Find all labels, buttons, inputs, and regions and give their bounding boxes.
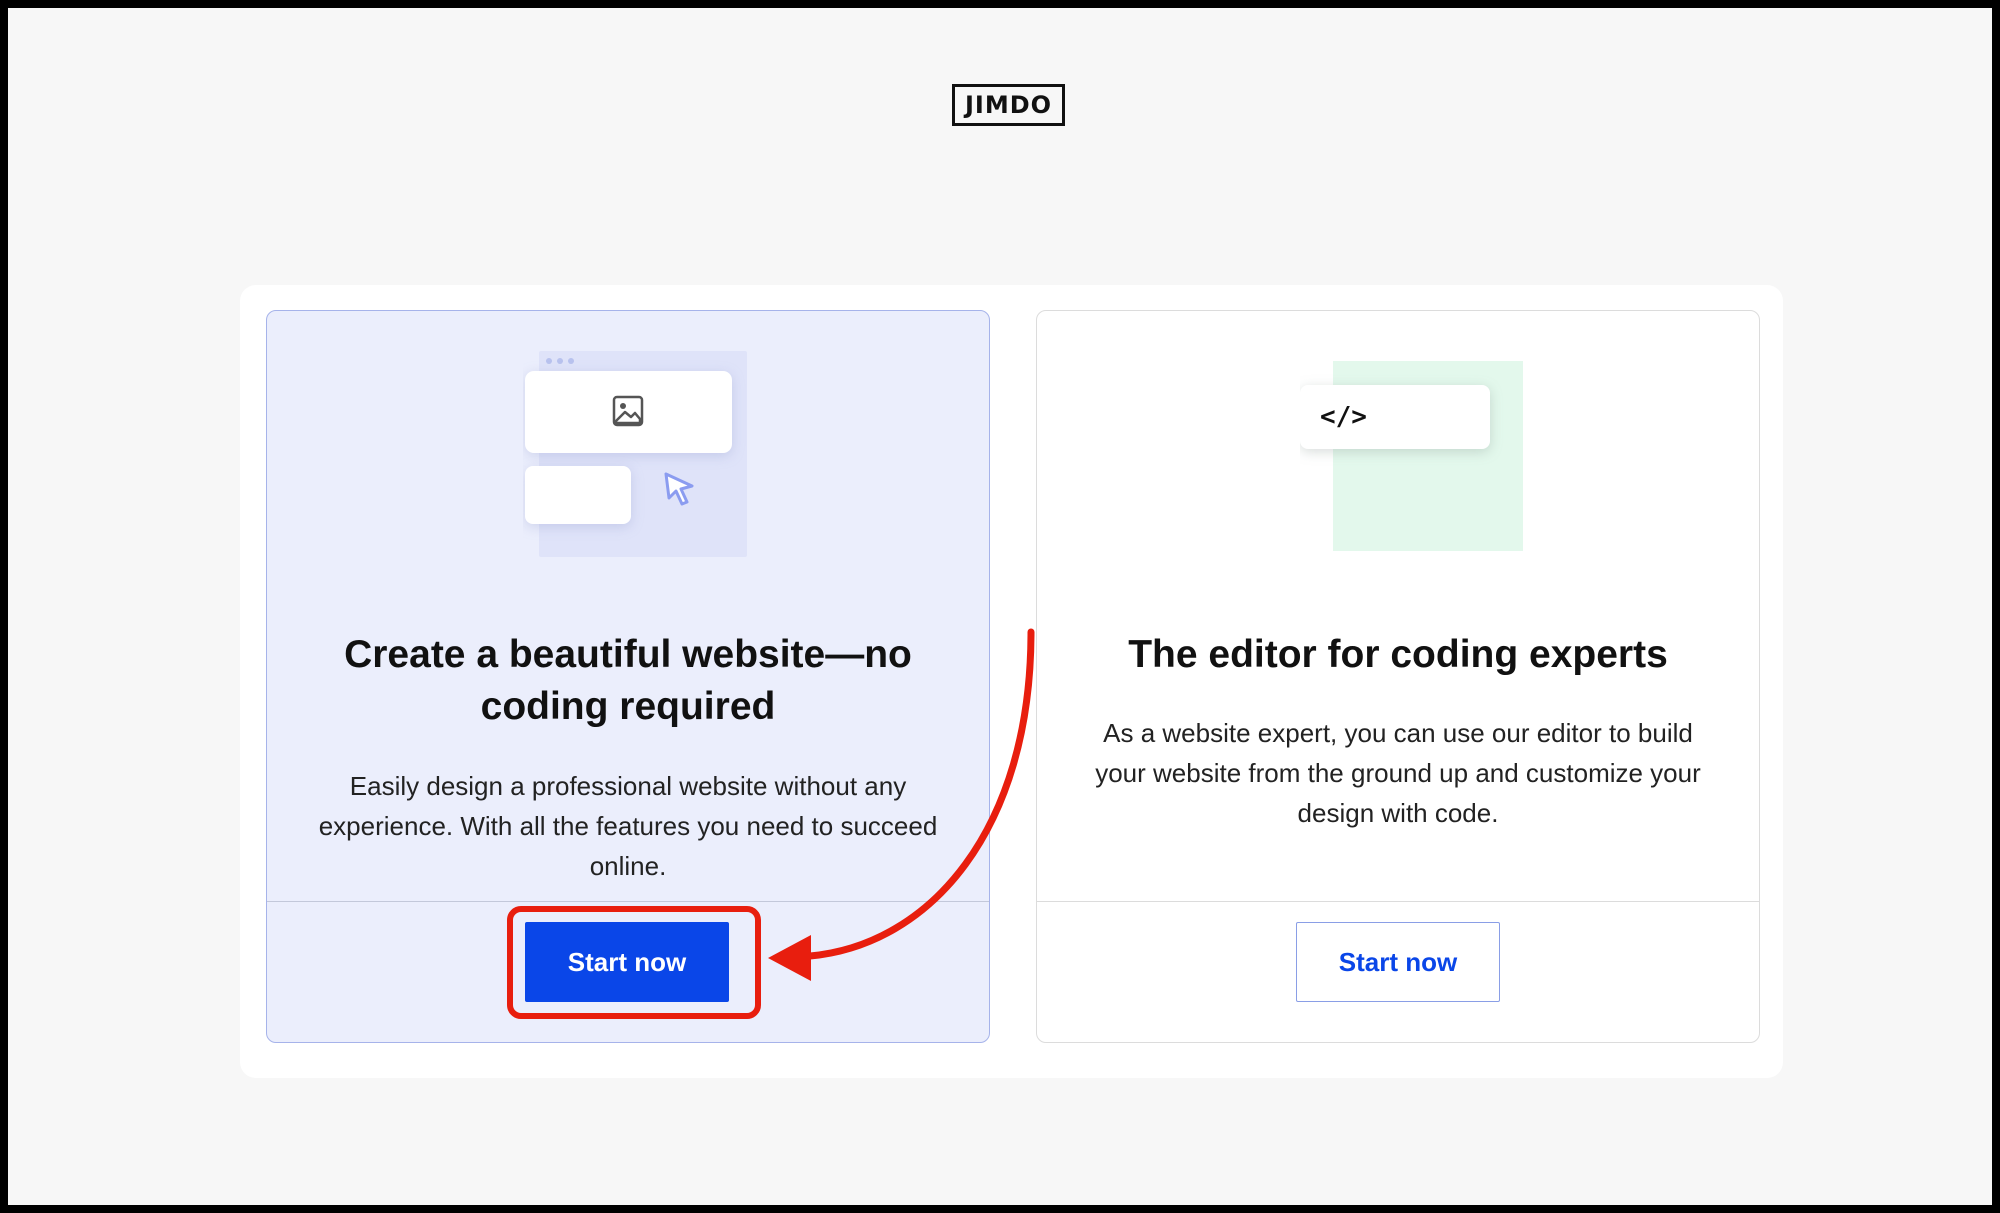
card-title: Create a beautiful website—no coding req… [344, 633, 912, 728]
card-description: Easily design a professional website wit… [318, 771, 938, 881]
editor-choice-panel: Create a beautiful website—no coding req… [240, 285, 1783, 1078]
card-divider [267, 901, 989, 902]
code-icon: </> [1320, 402, 1367, 432]
card-title: The editor for coding experts [1128, 633, 1668, 676]
code-editor-illustration [1300, 361, 1523, 551]
code-editor-card[interactable]: </> The editor for coding experts As a w… [1036, 310, 1760, 1043]
website-builder-illustration [525, 351, 747, 557]
annotation-highlight-box [507, 906, 761, 1019]
no-code-editor-card[interactable]: Create a beautiful website—no coding req… [266, 310, 990, 1043]
card-description: As a website expert, you can use our edi… [1095, 718, 1701, 828]
page: JIMDO Create a beautiful website—no codi… [8, 8, 1992, 1205]
logo-text: JIMDO [964, 91, 1053, 119]
jimdo-logo[interactable]: JIMDO [952, 84, 1065, 126]
card-divider [1037, 901, 1759, 902]
start-now-button[interactable]: Start now [1296, 922, 1500, 1002]
